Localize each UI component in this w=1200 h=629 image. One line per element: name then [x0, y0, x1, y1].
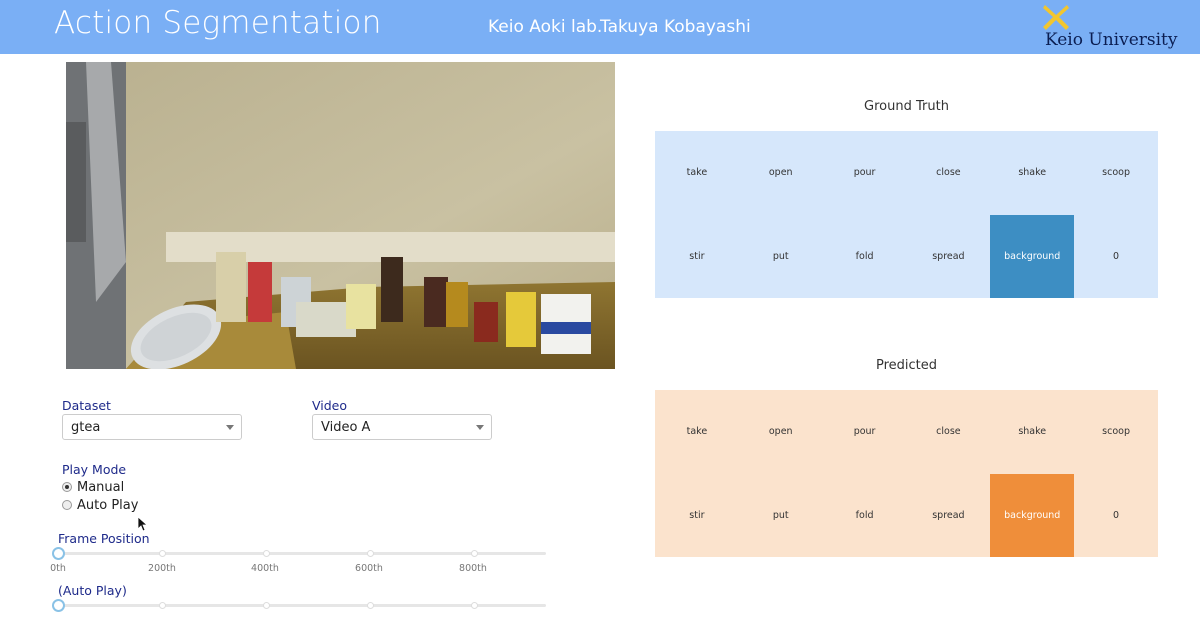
- gt-cell-shake: shake: [1018, 167, 1047, 179]
- predicted-grid: take open pour close shake scoop stir pu…: [655, 390, 1158, 557]
- slider-tick-dot: [366, 550, 374, 557]
- video-label: Video: [312, 398, 348, 413]
- chevron-down-icon: [476, 425, 484, 430]
- ground-truth-grid: take open pour close shake scoop stir pu…: [655, 131, 1158, 298]
- tick-label: 200th: [148, 563, 176, 574]
- gt-cell-put: put: [772, 250, 789, 262]
- video-dropdown[interactable]: Video A: [312, 414, 492, 440]
- tick-label: 600th: [355, 563, 383, 574]
- tick-label: 400th: [251, 563, 279, 574]
- university-logo-text: Keio University: [1045, 30, 1178, 50]
- pred-cell-scoop: scoop: [1102, 426, 1130, 438]
- radio-auto-play[interactable]: Auto Play: [62, 498, 138, 513]
- pred-cell-shake: shake: [1018, 426, 1047, 438]
- chevron-down-icon: [226, 425, 234, 430]
- auto-play-label: (Auto Play): [58, 583, 127, 598]
- pred-cell-open: open: [768, 426, 793, 438]
- video-frame: [66, 62, 615, 369]
- radio-unchecked-icon: [62, 499, 72, 510]
- gt-cell-stir: stir: [689, 250, 705, 262]
- ground-truth-title: Ground Truth: [864, 99, 949, 114]
- gt-cell-fold: fold: [855, 250, 874, 262]
- frame-position-label: Frame Position: [58, 531, 150, 546]
- dataset-dropdown[interactable]: gtea: [62, 414, 242, 440]
- pred-cell-0: 0: [1113, 509, 1120, 521]
- play-mode-label: Play Mode: [62, 462, 127, 477]
- tick-label: 800th: [459, 563, 487, 574]
- gt-cell-background: background: [990, 214, 1075, 298]
- video-selected-value: Video A: [321, 420, 371, 435]
- dataset-selected-value: gtea: [71, 420, 101, 435]
- author-name: Takuya Kobayashi: [600, 17, 751, 37]
- pred-cell-put: put: [772, 509, 789, 521]
- predicted-title: Predicted: [875, 358, 938, 373]
- gt-cell-scoop: scoop: [1102, 167, 1130, 179]
- radio-checked-icon: [62, 481, 72, 492]
- frame-position-slider[interactable]: [52, 545, 546, 561]
- pred-cell-background: background: [990, 473, 1075, 557]
- app-header: Action Segmentation Keio Aoki lab. Takuy…: [0, 0, 1200, 54]
- app-title: Action Segmentation: [54, 5, 382, 41]
- slider-tick-dot: [262, 550, 270, 557]
- radio-manual[interactable]: Manual: [62, 480, 124, 495]
- slider-tick-dot: [262, 602, 270, 609]
- gt-cell-close: close: [936, 167, 961, 179]
- radio-auto-play-label: Auto Play: [77, 498, 139, 513]
- gt-cell-spread: spread: [932, 250, 965, 262]
- pred-cell-take: take: [686, 426, 708, 438]
- pred-cell-close: close: [936, 426, 961, 438]
- pred-cell-fold: fold: [855, 509, 874, 521]
- dataset-label: Dataset: [62, 398, 111, 413]
- slider-handle[interactable]: [52, 547, 65, 560]
- pred-cell-spread: spread: [932, 509, 965, 521]
- slider-tick-dot: [366, 602, 374, 609]
- gt-cell-pour: pour: [853, 167, 876, 179]
- lab-name: Keio Aoki lab.: [488, 17, 603, 37]
- keio-logo-icon: [1043, 5, 1069, 30]
- gt-cell-open: open: [768, 167, 793, 179]
- pred-cell-pour: pour: [853, 426, 876, 438]
- gt-cell-0: 0: [1113, 250, 1120, 262]
- gt-cell-take: take: [686, 167, 708, 179]
- slider-tick-dot: [470, 602, 478, 609]
- radio-manual-label: Manual: [77, 480, 125, 495]
- pred-cell-stir: stir: [689, 509, 705, 521]
- slider-tick-dot: [470, 550, 478, 557]
- slider-handle[interactable]: [52, 599, 65, 612]
- auto-play-slider[interactable]: [52, 597, 546, 613]
- slider-tick-dot: [158, 602, 166, 609]
- tick-label: 0th: [50, 563, 66, 574]
- slider-tick-dot: [158, 550, 166, 557]
